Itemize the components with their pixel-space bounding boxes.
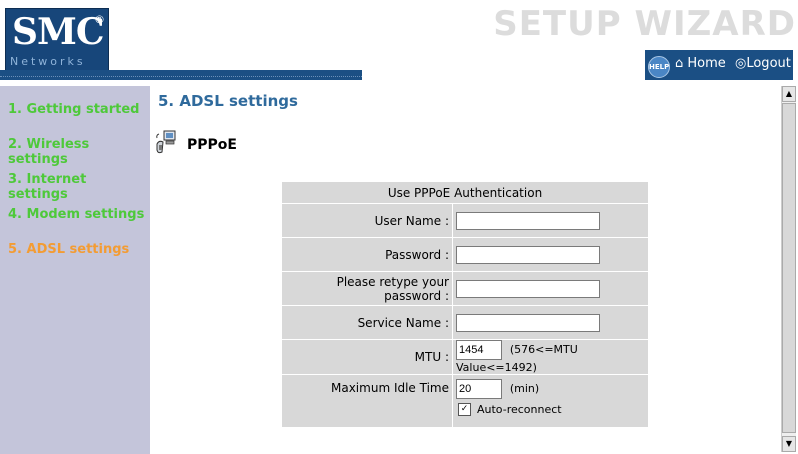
help-icon[interactable]: HELP <box>648 56 670 78</box>
username-input[interactable] <box>456 211 600 230</box>
vertical-scrollbar[interactable]: ▲ ▼ <box>781 86 796 452</box>
header-bar <box>0 70 362 80</box>
pppoe-form: Use PPPoE Authentication User Name : Pas… <box>282 182 648 428</box>
username-label: User Name : <box>282 203 453 238</box>
main-content: 5. ADSL settings PPPoE Use PPPoE Authent… <box>150 86 780 454</box>
sidebar-item-getting-started[interactable]: 1. Getting started <box>8 102 139 117</box>
sidebar-item-modem-settings[interactable]: 4. Modem settings <box>8 207 144 222</box>
mtu-label: MTU : <box>282 339 453 375</box>
header: SMC ® Networks SETUP WIZARD HELP ⌂ Home … <box>0 0 798 85</box>
logo-text: SMC <box>12 11 104 53</box>
retype-password-input[interactable] <box>456 279 600 298</box>
scroll-thumb[interactable] <box>782 103 796 433</box>
password-label: Password : <box>282 237 453 272</box>
pppoe-section-label: PPPoE <box>187 137 237 153</box>
retype-password-label: Please retype your password : <box>282 271 453 306</box>
idle-unit-label: (min) <box>509 382 540 395</box>
auto-reconnect-checkbox[interactable]: ✓ <box>458 403 471 416</box>
scroll-up-arrow-icon[interactable]: ▲ <box>782 86 796 102</box>
sidebar: 1. Getting started 2. Wireless settings … <box>0 86 150 454</box>
max-idle-time-label: Maximum Idle Time <box>282 374 453 428</box>
pppoe-computer-icon <box>156 130 176 154</box>
top-nav: HELP ⌂ Home ◎Logout <box>645 50 793 80</box>
service-name-label: Service Name : <box>282 305 453 340</box>
registered-mark: ® <box>94 13 105 26</box>
home-label: Home <box>687 56 726 71</box>
logout-icon: ◎ <box>735 56 747 71</box>
password-input[interactable] <box>456 245 600 264</box>
sidebar-item-adsl-settings[interactable]: 5. ADSL settings <box>8 242 129 257</box>
setup-wizard-title: SETUP WIZARD <box>493 4 796 44</box>
home-icon: ⌂ <box>675 56 684 71</box>
mtu-input[interactable] <box>456 340 502 360</box>
smc-logo: SMC ® Networks <box>5 8 109 72</box>
form-header: Use PPPoE Authentication <box>282 182 648 204</box>
header-bar-dots <box>0 76 362 78</box>
service-name-input[interactable] <box>456 313 600 332</box>
max-idle-time-input[interactable] <box>456 379 502 399</box>
sidebar-item-wireless-settings[interactable]: 2. Wireless settings <box>8 137 150 167</box>
logout-label: Logout <box>746 56 791 71</box>
scroll-down-arrow-icon[interactable]: ▼ <box>782 436 796 452</box>
auto-reconnect-label: Auto-reconnect <box>477 403 562 416</box>
home-link[interactable]: ⌂ Home <box>675 56 726 71</box>
sidebar-item-internet-settings[interactable]: 3. Internet settings <box>8 172 150 202</box>
logout-link[interactable]: ◎Logout <box>735 56 791 71</box>
logo-subtitle: Networks <box>10 55 86 68</box>
page-title: 5. ADSL settings <box>158 92 298 110</box>
auto-reconnect-row: ✓ Auto-reconnect <box>456 403 648 416</box>
